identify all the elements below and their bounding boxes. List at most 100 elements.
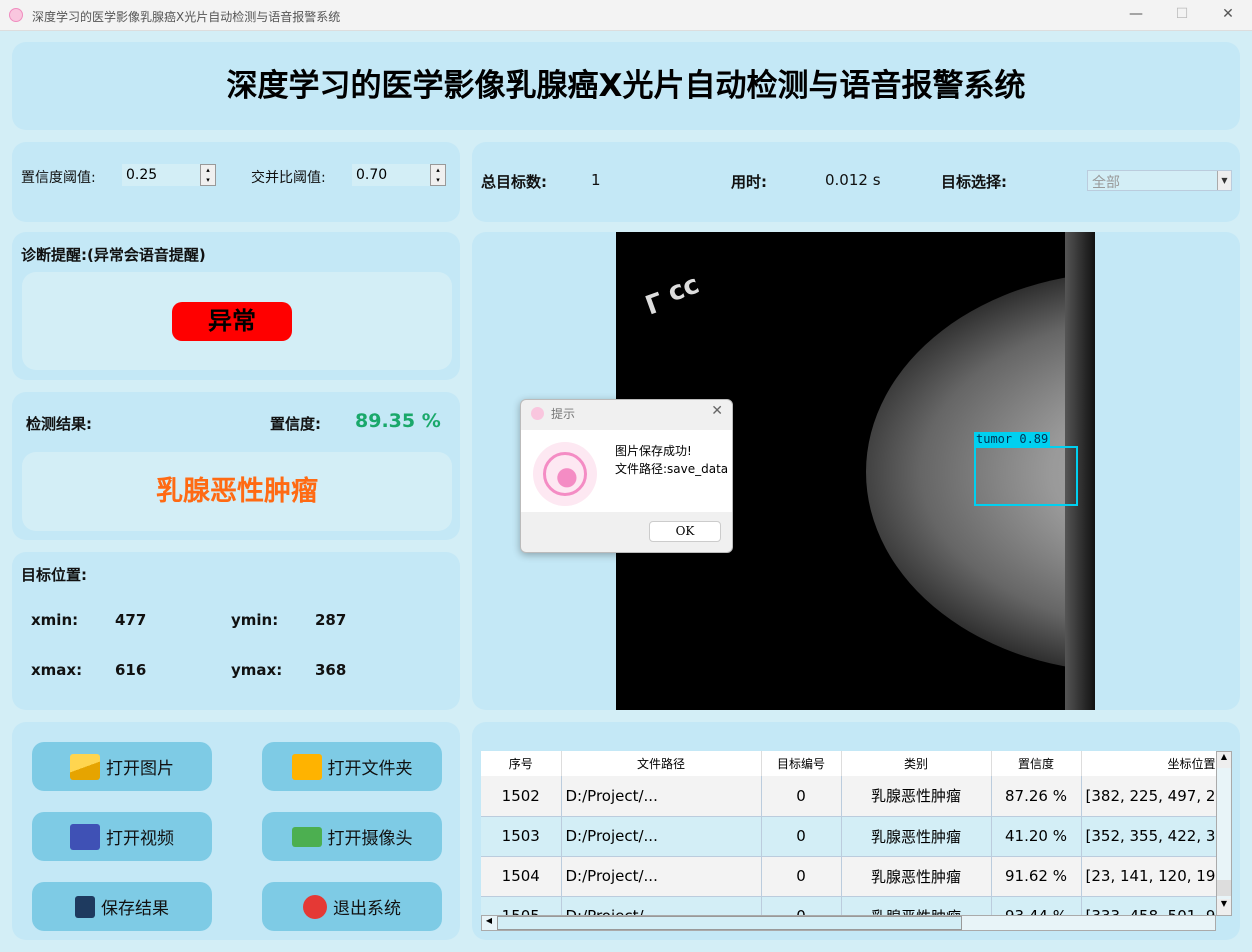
table-cell: 87.26 % [991, 776, 1082, 817]
app-icon [9, 8, 23, 22]
dialog-body: 图片保存成功! 文件路径:save_data [521, 430, 732, 512]
chevron-down-icon: ▼ [1217, 171, 1231, 190]
detection-label: tumor 0.89 [974, 432, 1051, 446]
params-panel: 置信度阈值: 0.25 ▴ ▾ 交并比阈值: 0.70 ▴ ▾ [12, 142, 460, 222]
dialog-ok-button[interactable]: OK [649, 521, 721, 542]
table-cell: 1505 [481, 896, 562, 916]
open-camera-button[interactable]: 打开摄像头 [262, 812, 442, 861]
message-dialog: 提示 ✕ 图片保存成功! 文件路径:save_data OK [520, 399, 733, 553]
column-header[interactable]: 序号 [481, 751, 562, 776]
time-value: 0.012 s [825, 171, 881, 189]
scroll-up-arrow[interactable]: ▲ [1217, 752, 1231, 768]
table-cell: 0 [761, 816, 842, 857]
table-cell: D:/Project/... [561, 776, 762, 817]
dialog-title: 提示 [551, 407, 576, 421]
iou-threshold-input[interactable]: 0.70 [352, 164, 432, 186]
open-camera-label: 打开摄像头 [327, 829, 413, 849]
page-title: 深度学习的医学影像乳腺癌X光片自动检测与语音报警系统 [226, 68, 1026, 104]
open-folder-label: 打开文件夹 [327, 759, 413, 779]
dialog-line2: 文件路径:save_data [615, 462, 729, 476]
column-header[interactable]: 文件路径 [561, 751, 762, 776]
header-panel: 深度学习的医学影像乳腺癌X光片自动检测与语音报警系统 [12, 42, 1240, 130]
table-cell: [352, 355, 422, 376] [1081, 816, 1216, 857]
iou-threshold-stepper[interactable]: ▴ ▾ [430, 164, 446, 186]
folder-icon [291, 753, 322, 780]
diagnosis-panel: 诊断提醒:(异常会语音提醒) 异常 [12, 232, 460, 380]
horizontal-scroll-thumb[interactable] [497, 916, 962, 930]
breast-logo-icon [533, 442, 597, 506]
exit-button[interactable]: 退出系统 [262, 882, 442, 931]
detection-box [974, 446, 1078, 506]
conf-threshold-label: 置信度阈值: [21, 170, 96, 186]
confidence-label: 置信度: [270, 415, 321, 433]
table-cell: 93.44 % [991, 896, 1082, 916]
xmin-label: xmin: [31, 611, 79, 629]
table-cell: D:/Project/... [561, 896, 762, 916]
xmax-value: 616 [115, 661, 147, 679]
save-icon [75, 895, 95, 918]
table-cell: 91.62 % [991, 856, 1082, 897]
buttons-panel: 打开图片 打开文件夹 打开视频 打开摄像头 保存结果 退出系统 [12, 722, 460, 940]
dialog-line1: 图片保存成功! [615, 444, 692, 458]
column-header[interactable]: 目标编号 [761, 751, 842, 776]
iou-threshold-label: 交并比阈值: [251, 170, 326, 186]
table-cell: D:/Project/... [561, 856, 762, 897]
xmax-label: xmax: [31, 661, 83, 679]
power-icon [303, 894, 327, 919]
vertical-scrollbar[interactable]: ▲ ▼ [1216, 751, 1232, 916]
result-panel: 检测结果: 置信度: 89.35 % 乳腺恶性肿瘤 [12, 392, 460, 540]
close-button[interactable]: ✕ [1218, 6, 1238, 22]
open-video-button[interactable]: 打开视频 [32, 812, 212, 861]
maximize-button[interactable]: ☐ [1172, 6, 1192, 22]
target-select-label: 目标选择: [941, 173, 1007, 191]
table-cell: [382, 225, 497, 271] [1081, 776, 1216, 817]
time-label: 用时: [731, 173, 767, 191]
column-header[interactable]: 坐标位置 [1081, 751, 1216, 776]
minimize-button[interactable]: — [1126, 6, 1146, 22]
open-image-button[interactable]: 打开图片 [32, 742, 212, 791]
table-cell: 乳腺恶性肿瘤 [841, 856, 992, 897]
table-row[interactable]: 1504 D:/Project/... 0 乳腺恶性肿瘤 91.62 % [23, 141… [481, 856, 1216, 897]
table-row[interactable]: 1502 D:/Project/... 0 乳腺恶性肿瘤 87.26 % [382, 22… [481, 776, 1216, 817]
open-video-label: 打开视频 [106, 829, 174, 849]
scroll-left-arrow[interactable]: ◀ [482, 916, 496, 930]
image-marker: L cc [640, 271, 704, 319]
total-targets-label: 总目标数: [481, 173, 547, 191]
diagnosis-label: 诊断提醒:(异常会语音提醒) [21, 246, 206, 264]
table-cell: [333, 458, 501, 97 [1081, 896, 1216, 916]
table-row[interactable]: 1505D:/Project/...0乳腺恶性肿瘤93.44 %[333, 45… [481, 896, 1216, 916]
stats-panel: 总目标数: 1 用时: 0.012 s 目标选择: 全部 ▼ [472, 142, 1240, 222]
table-cell: 0 [761, 856, 842, 897]
result-label: 检测结果: [26, 415, 92, 433]
conf-threshold-input[interactable]: 0.25 [122, 164, 202, 186]
dialog-close-button[interactable]: ✕ [711, 403, 723, 419]
open-folder-button[interactable]: 打开文件夹 [262, 742, 442, 791]
column-header[interactable]: 类别 [841, 751, 992, 776]
column-header[interactable]: 置信度 [991, 751, 1082, 776]
scroll-thumb[interactable] [1217, 880, 1231, 896]
window-title: 深度学习的医学影像乳腺癌X光片自动检测与语音报警系统 [32, 10, 341, 24]
position-label: 目标位置: [21, 566, 87, 584]
save-result-button[interactable]: 保存结果 [32, 882, 212, 931]
open-image-label: 打开图片 [106, 759, 174, 779]
camera-icon [291, 826, 322, 847]
target-select-dropdown[interactable]: 全部 ▼ [1087, 170, 1232, 191]
target-select-value: 全部 [1092, 175, 1120, 191]
table-cell: 1502 [481, 776, 562, 817]
table-cell: 41.20 % [991, 816, 1082, 857]
scroll-down-arrow[interactable]: ▼ [1217, 899, 1231, 915]
table-cell: 0 [761, 896, 842, 916]
result-class: 乳腺恶性肿瘤 [22, 452, 452, 531]
horizontal-scrollbar[interactable]: ◀ [481, 915, 1216, 931]
table-cell: 乳腺恶性肿瘤 [841, 816, 992, 857]
ymax-value: 368 [315, 661, 347, 679]
image-icon [70, 753, 100, 780]
table-row[interactable]: 1503 D:/Project/... 0 乳腺恶性肿瘤 41.20 % [352, 35… [481, 816, 1216, 857]
save-result-label: 保存结果 [101, 899, 169, 919]
title-bar: 深度学习的医学影像乳腺癌X光片自动检测与语音报警系统 — ☐ ✕ [0, 0, 1252, 31]
position-panel: 目标位置: xmin: 477 ymin: 287 xmax: 616 ymax… [12, 552, 460, 710]
table-cell: D:/Project/... [561, 816, 762, 857]
confidence-value: 89.35 % [355, 410, 441, 432]
diagnosis-status-badge: 异常 [172, 302, 292, 341]
conf-threshold-stepper[interactable]: ▴ ▾ [200, 164, 216, 186]
